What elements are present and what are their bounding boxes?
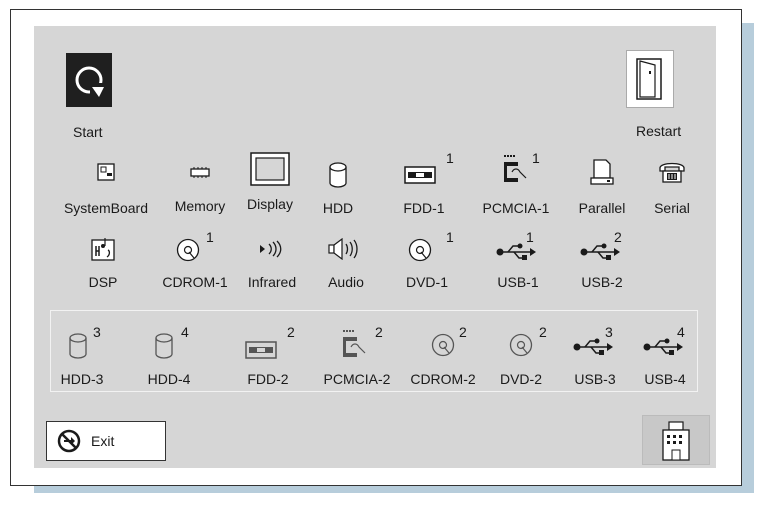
- exit-no-entry-icon: [57, 429, 81, 453]
- restart-label: Restart: [636, 123, 682, 139]
- device-systemboard[interactable]: SystemBoard: [54, 156, 158, 216]
- device-label: DVD-1: [405, 274, 448, 290]
- instance-number: 1: [532, 150, 540, 166]
- device-label: FDD-1: [403, 200, 445, 216]
- device-infrared[interactable]: Infrared: [240, 234, 304, 290]
- device-cdrom-2[interactable]: 2 CDROM-2: [403, 317, 483, 387]
- device-label: SystemBoard: [63, 200, 149, 216]
- instance-number: 3: [93, 324, 101, 340]
- device-parallel[interactable]: Parallel: [568, 156, 636, 216]
- floppy-drive-icon: [404, 166, 436, 184]
- device-label: HDD-4: [147, 371, 191, 387]
- device-label: Infrared: [247, 274, 297, 290]
- device-label: USB-1: [497, 274, 539, 290]
- systemboard-icon: [97, 163, 115, 181]
- device-serial[interactable]: Serial: [642, 156, 702, 216]
- device-hdd[interactable]: HDD: [310, 156, 366, 216]
- device-audio[interactable]: Audio: [318, 234, 374, 290]
- restart-button[interactable]: [626, 50, 674, 108]
- usb-icon: [573, 338, 613, 355]
- dsp-music-icon: [91, 238, 115, 261]
- device-label: Display: [247, 196, 293, 212]
- start-label: Start: [73, 124, 103, 140]
- instance-number: 1: [446, 229, 454, 245]
- device-usb-1[interactable]: 1 USB-1: [490, 230, 546, 290]
- memory-chip-icon: [190, 167, 210, 178]
- instance-number: 1: [446, 150, 454, 166]
- dvd-disc-icon: [408, 238, 432, 262]
- instance-number: 2: [459, 324, 467, 340]
- device-dvd-2[interactable]: 2 DVD-2: [489, 317, 553, 387]
- device-usb-2[interactable]: 2 USB-2: [574, 230, 630, 290]
- device-fdd-1[interactable]: 1 FDD-1: [386, 148, 462, 216]
- dvd-disc-icon: [509, 333, 533, 357]
- device-label: CDROM-2: [410, 371, 476, 387]
- device-pcmcia-2[interactable]: 2 PCMCIA-2: [315, 317, 399, 387]
- device-display[interactable]: Display: [238, 148, 302, 216]
- printer-icon: [590, 159, 614, 185]
- telephone-icon: [659, 162, 685, 183]
- additional-devices-group: 3 HDD-3 4 HDD-4 2 FDD-2 2 PCMCIA-2 2 CDR…: [50, 310, 698, 392]
- instance-number: 1: [526, 229, 534, 245]
- restart-arrow-icon: [75, 66, 104, 97]
- device-fdd-2[interactable]: 2 FDD-2: [231, 317, 305, 387]
- device-label: DSP: [88, 274, 118, 290]
- building-icon: [662, 421, 690, 461]
- speaker-icon: [328, 238, 358, 260]
- device-label: USB-4: [644, 371, 686, 387]
- device-label: FDD-2: [247, 371, 289, 387]
- device-label: Serial: [654, 200, 690, 216]
- device-hdd-4[interactable]: 4 HDD-4: [141, 317, 197, 387]
- device-label: Memory: [174, 198, 226, 214]
- instance-number: 4: [677, 324, 685, 340]
- device-hdd-3[interactable]: 3 HDD-3: [55, 317, 109, 387]
- device-cdrom-1[interactable]: 1 CDROM-1: [152, 230, 238, 290]
- cd-disc-icon: [176, 238, 200, 262]
- instance-number: 2: [539, 324, 547, 340]
- floppy-drive-icon: [245, 341, 277, 359]
- usb-icon: [580, 243, 620, 260]
- device-memory[interactable]: Memory: [162, 156, 238, 216]
- device-dsp[interactable]: DSP: [78, 234, 128, 290]
- infrared-waves-icon: [260, 240, 282, 258]
- device-label: DVD-2: [499, 371, 542, 387]
- device-usb-4[interactable]: 4 USB-4: [635, 317, 695, 387]
- start-button[interactable]: [66, 53, 112, 107]
- device-label: CDROM-1: [162, 274, 228, 290]
- display-icon: [250, 152, 290, 186]
- cd-disc-icon: [431, 333, 455, 357]
- device-label: HDD-3: [60, 371, 104, 387]
- building-button[interactable]: [642, 415, 710, 465]
- hard-disk-icon: [329, 162, 347, 188]
- exit-label: Exit: [91, 433, 115, 449]
- device-label: PCMCIA-2: [323, 371, 391, 387]
- device-usb-3[interactable]: 3 USB-3: [563, 317, 627, 387]
- pcmcia-card-icon: [343, 330, 366, 357]
- hard-disk-icon: [69, 333, 87, 359]
- hard-disk-icon: [155, 333, 173, 359]
- device-label: USB-3: [574, 371, 616, 387]
- device-label: Audio: [328, 274, 364, 290]
- device-dvd-1[interactable]: 1 DVD-1: [392, 230, 462, 290]
- instance-number: 1: [206, 229, 214, 245]
- device-label: HDD: [322, 200, 354, 216]
- device-label: PCMCIA-1: [482, 200, 550, 216]
- device-label: USB-2: [581, 274, 623, 290]
- door-icon: [636, 58, 662, 100]
- device-panel: Start Restart SystemBoard Memory Display: [34, 26, 716, 468]
- device-label: Parallel: [578, 200, 626, 216]
- device-pcmcia-1[interactable]: 1 PCMCIA-1: [474, 148, 558, 216]
- pcmcia-card-icon: [504, 155, 527, 182]
- instance-number: 4: [181, 324, 189, 340]
- instance-number: 2: [287, 324, 295, 340]
- usb-icon: [643, 338, 683, 355]
- usb-icon: [496, 243, 536, 260]
- instance-number: 3: [605, 324, 613, 340]
- exit-button[interactable]: Exit: [46, 421, 166, 461]
- instance-number: 2: [375, 324, 383, 340]
- instance-number: 2: [614, 229, 622, 245]
